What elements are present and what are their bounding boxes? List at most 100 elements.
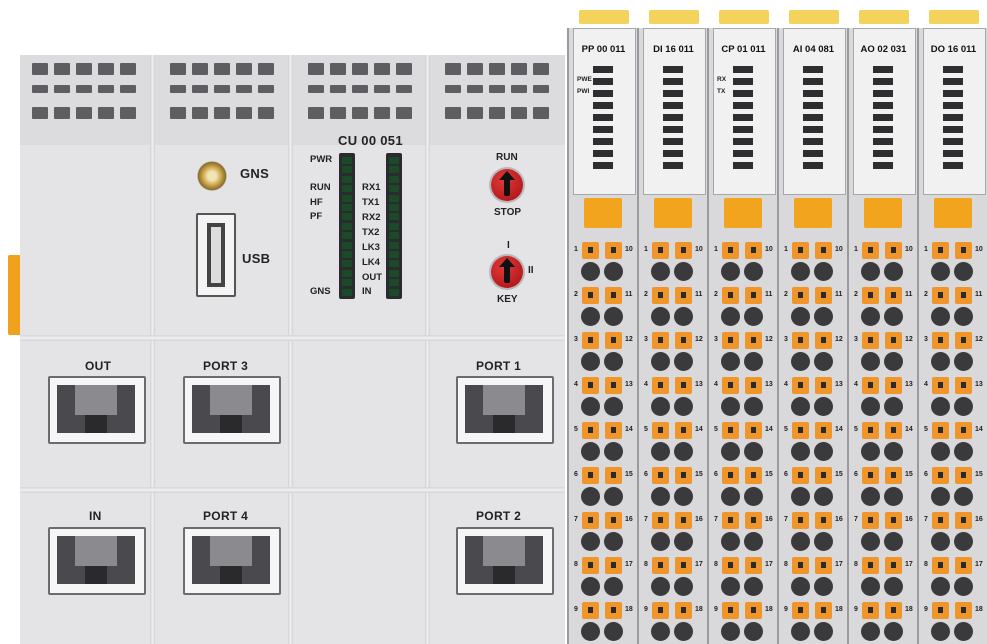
terminal-release-button[interactable]: [932, 467, 949, 484]
terminal-release-button[interactable]: [885, 332, 902, 349]
in-ethernet-port[interactable]: [48, 527, 146, 595]
terminal-wire-entry[interactable]: [861, 307, 880, 326]
terminal-release-button[interactable]: [932, 602, 949, 619]
terminal-wire-entry[interactable]: [861, 397, 880, 416]
terminal-wire-entry[interactable]: [744, 307, 763, 326]
terminal-release-button[interactable]: [885, 242, 902, 259]
module-lock-lever[interactable]: [934, 198, 972, 228]
terminal-wire-entry[interactable]: [884, 442, 903, 461]
terminal-release-button[interactable]: [932, 287, 949, 304]
terminal-release-button[interactable]: [862, 242, 879, 259]
terminal-release-button[interactable]: [815, 512, 832, 529]
terminal-release-button[interactable]: [652, 332, 669, 349]
terminal-release-button[interactable]: [652, 242, 669, 259]
terminal-wire-entry[interactable]: [791, 442, 810, 461]
terminal-release-button[interactable]: [582, 467, 599, 484]
terminal-release-button[interactable]: [652, 377, 669, 394]
terminal-release-button[interactable]: [605, 422, 622, 439]
terminal-release-button[interactable]: [582, 332, 599, 349]
terminal-release-button[interactable]: [792, 557, 809, 574]
terminal-wire-entry[interactable]: [651, 352, 670, 371]
terminal-wire-entry[interactable]: [954, 397, 973, 416]
terminal-release-button[interactable]: [792, 377, 809, 394]
terminal-wire-entry[interactable]: [931, 442, 950, 461]
usb-port[interactable]: [196, 213, 236, 297]
terminal-release-button[interactable]: [582, 377, 599, 394]
terminal-wire-entry[interactable]: [931, 352, 950, 371]
terminal-wire-entry[interactable]: [721, 397, 740, 416]
module-lock-lever[interactable]: [724, 198, 762, 228]
terminal-wire-entry[interactable]: [604, 397, 623, 416]
terminal-release-button[interactable]: [745, 242, 762, 259]
terminal-wire-entry[interactable]: [744, 487, 763, 506]
terminal-release-button[interactable]: [792, 287, 809, 304]
terminal-release-button[interactable]: [885, 422, 902, 439]
terminal-wire-entry[interactable]: [674, 442, 693, 461]
terminal-wire-entry[interactable]: [744, 577, 763, 596]
terminal-release-button[interactable]: [955, 287, 972, 304]
terminal-release-button[interactable]: [722, 287, 739, 304]
terminal-wire-entry[interactable]: [814, 577, 833, 596]
terminal-release-button[interactable]: [652, 422, 669, 439]
terminal-wire-entry[interactable]: [604, 577, 623, 596]
terminal-release-button[interactable]: [815, 242, 832, 259]
terminal-wire-entry[interactable]: [791, 487, 810, 506]
terminal-wire-entry[interactable]: [651, 532, 670, 551]
terminal-wire-entry[interactable]: [884, 352, 903, 371]
terminal-release-button[interactable]: [815, 332, 832, 349]
module-lock-lever[interactable]: [654, 198, 692, 228]
terminal-wire-entry[interactable]: [651, 487, 670, 506]
terminal-release-button[interactable]: [932, 422, 949, 439]
terminal-wire-entry[interactable]: [651, 397, 670, 416]
terminal-release-button[interactable]: [582, 512, 599, 529]
terminal-release-button[interactable]: [675, 422, 692, 439]
terminal-release-button[interactable]: [745, 287, 762, 304]
terminal-release-button[interactable]: [745, 332, 762, 349]
terminal-release-button[interactable]: [675, 602, 692, 619]
terminal-release-button[interactable]: [932, 332, 949, 349]
terminal-wire-entry[interactable]: [814, 352, 833, 371]
terminal-wire-entry[interactable]: [814, 442, 833, 461]
terminal-release-button[interactable]: [582, 557, 599, 574]
terminal-wire-entry[interactable]: [721, 487, 740, 506]
terminal-wire-entry[interactable]: [721, 262, 740, 281]
terminal-wire-entry[interactable]: [674, 262, 693, 281]
terminal-wire-entry[interactable]: [651, 307, 670, 326]
terminal-wire-entry[interactable]: [861, 487, 880, 506]
terminal-wire-entry[interactable]: [721, 577, 740, 596]
terminal-release-button[interactable]: [862, 602, 879, 619]
terminal-wire-entry[interactable]: [604, 262, 623, 281]
terminal-wire-entry[interactable]: [954, 577, 973, 596]
terminal-release-button[interactable]: [675, 242, 692, 259]
terminal-release-button[interactable]: [792, 467, 809, 484]
terminal-wire-entry[interactable]: [651, 622, 670, 641]
terminal-release-button[interactable]: [815, 467, 832, 484]
terminal-release-button[interactable]: [605, 467, 622, 484]
terminal-wire-entry[interactable]: [861, 442, 880, 461]
terminal-wire-entry[interactable]: [884, 397, 903, 416]
terminal-wire-entry[interactable]: [674, 307, 693, 326]
terminal-wire-entry[interactable]: [814, 487, 833, 506]
terminal-wire-entry[interactable]: [604, 442, 623, 461]
terminal-release-button[interactable]: [955, 557, 972, 574]
terminal-wire-entry[interactable]: [674, 487, 693, 506]
terminal-wire-entry[interactable]: [954, 622, 973, 641]
terminal-release-button[interactable]: [955, 512, 972, 529]
terminal-release-button[interactable]: [745, 602, 762, 619]
terminal-release-button[interactable]: [955, 422, 972, 439]
terminal-wire-entry[interactable]: [581, 352, 600, 371]
terminal-release-button[interactable]: [605, 512, 622, 529]
terminal-release-button[interactable]: [652, 287, 669, 304]
terminal-wire-entry[interactable]: [744, 442, 763, 461]
terminal-release-button[interactable]: [722, 557, 739, 574]
terminal-release-button[interactable]: [675, 557, 692, 574]
terminal-wire-entry[interactable]: [884, 622, 903, 641]
terminal-release-button[interactable]: [815, 602, 832, 619]
module-release-tab[interactable]: [859, 10, 909, 24]
terminal-release-button[interactable]: [955, 467, 972, 484]
terminal-wire-entry[interactable]: [674, 577, 693, 596]
terminal-release-button[interactable]: [722, 512, 739, 529]
terminal-wire-entry[interactable]: [791, 577, 810, 596]
terminal-wire-entry[interactable]: [721, 622, 740, 641]
terminal-wire-entry[interactable]: [814, 397, 833, 416]
